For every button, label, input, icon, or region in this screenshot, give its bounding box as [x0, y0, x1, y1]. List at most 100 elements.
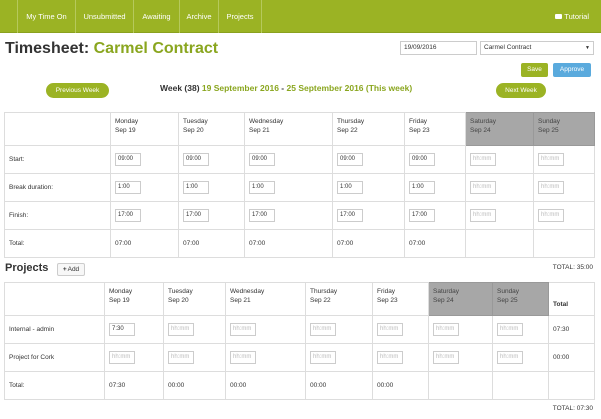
nav-my-time-on[interactable]: My Time On — [17, 0, 76, 33]
day-header-weekend: Saturday Sep 24 — [465, 112, 534, 146]
add-label: Add — [67, 266, 80, 273]
project-row-total: 00:00 — [548, 343, 595, 372]
day-total: 07:00 — [178, 229, 245, 258]
week-start: 19 September 2016 — [201, 83, 279, 93]
project-hours-field[interactable]: hh:mm — [168, 323, 194, 336]
timesheet-header-row: Monday Sep 19 Tuesday Sep 20 Wednesday Sep … — [4, 112, 595, 146]
day-header: Monday Sep 19 — [110, 112, 179, 146]
project-hours-field[interactable]: hh:mm — [310, 351, 336, 364]
day-date: Sep 22 — [310, 297, 331, 304]
project-hours-field[interactable]: hh:mm — [497, 351, 523, 364]
day-header: Thursday Sep 22 — [305, 282, 373, 316]
day-date: Sep 22 — [337, 127, 358, 134]
week-label: Week (38) — [160, 83, 200, 93]
page-title-contract: Carmel Contract — [93, 40, 219, 57]
finish-time-field[interactable]: 17:00 — [183, 209, 209, 222]
day-date: Sep 25 — [538, 127, 559, 134]
break-duration-field[interactable]: 1:00 — [115, 181, 141, 194]
finish-time-field[interactable]: 17:00 — [249, 209, 275, 222]
start-row: Start: 09:00 09:00 09:00 09:00 09:00 hh:… — [4, 145, 595, 174]
day-name: Thursday — [310, 288, 338, 295]
video-icon — [555, 13, 563, 19]
day-total — [492, 371, 549, 400]
day-total: 07:00 — [404, 229, 466, 258]
day-name: Saturday — [433, 288, 460, 295]
project-hours-field[interactable]: hh:mm — [230, 351, 256, 364]
add-project-button[interactable]: +Add — [57, 263, 85, 276]
day-header: Wednesday Sep 21 — [225, 282, 306, 316]
project-hours-field[interactable]: hh:mm — [230, 323, 256, 336]
previous-week-button[interactable]: Previous Week — [46, 83, 109, 98]
day-name: Friday — [377, 288, 396, 295]
day-name: Saturday — [470, 118, 497, 125]
project-row-total: 07:30 — [548, 315, 595, 344]
project-hours-field[interactable]: hh:mm — [497, 323, 523, 336]
day-name: Sunday — [497, 288, 520, 295]
week-separator: - — [278, 83, 287, 93]
project-hours-field[interactable]: hh:mm — [310, 323, 336, 336]
break-duration-field[interactable]: 1:00 — [337, 181, 363, 194]
project-row: Project for Cork hh:mm hh:mm hh:mm hh:mm… — [4, 343, 595, 372]
break-duration-field[interactable]: 1:00 — [409, 181, 435, 194]
finish-time-field[interactable]: 17:00 — [337, 209, 363, 222]
day-total — [533, 229, 595, 258]
day-date: Sep 24 — [470, 127, 491, 134]
break-duration-field[interactable]: 1:00 — [183, 181, 209, 194]
project-name: Internal - admin — [4, 315, 105, 344]
top-navbar: My Time On Unsubmitted Awaiting Archive … — [0, 0, 601, 33]
projects-header-row: Monday Sep 19 Tuesday Sep 20 Wednesday Sep … — [4, 282, 595, 316]
finish-time-field[interactable]: 17:00 — [409, 209, 435, 222]
date-input[interactable]: 19/09/2016 — [400, 41, 477, 55]
day-header: Monday Sep 19 — [104, 282, 164, 316]
header-blank-cell — [4, 282, 105, 316]
contract-select[interactable]: Carmel Contract ▼ — [480, 41, 594, 55]
row-label: Break duration: — [4, 173, 111, 202]
project-row: Internal - admin 7:30 hh:mm hh:mm hh:mm … — [4, 315, 595, 344]
row-label: Finish: — [4, 201, 111, 230]
day-total: 00:00 — [305, 371, 373, 400]
start-time-field[interactable]: hh:mm — [470, 153, 496, 166]
project-hours-field[interactable]: hh:mm — [433, 351, 459, 364]
finish-time-field[interactable]: hh:mm — [538, 209, 564, 222]
break-row: Break duration: 1:00 1:00 1:00 1:00 1:00… — [4, 173, 595, 202]
project-hours-field[interactable]: hh:mm — [377, 351, 403, 364]
projects-title: Projects — [5, 262, 49, 274]
project-hours-field[interactable]: 7:30 — [109, 323, 135, 336]
row-label: Total: — [4, 371, 105, 400]
start-time-field[interactable]: 09:00 — [115, 153, 141, 166]
day-total: 07:00 — [244, 229, 333, 258]
timesheet-table: Monday Sep 19 Tuesday Sep 20 Wednesday Sep … — [4, 112, 595, 258]
next-week-button[interactable]: Next Week — [496, 83, 546, 98]
project-hours-field[interactable]: hh:mm — [168, 351, 194, 364]
day-date: Sep 23 — [409, 127, 430, 134]
nav-archive[interactable]: Archive — [180, 0, 219, 33]
nav-unsubmitted[interactable]: Unsubmitted — [76, 0, 134, 33]
day-name: Monday — [115, 118, 139, 125]
break-duration-field[interactable]: 1:00 — [249, 181, 275, 194]
day-total: 07:30 — [104, 371, 164, 400]
start-time-field[interactable]: hh:mm — [538, 153, 564, 166]
tutorial-link[interactable]: Tutorial — [555, 0, 589, 33]
finish-time-field[interactable]: 17:00 — [115, 209, 141, 222]
nav-projects[interactable]: Projects — [219, 0, 262, 33]
start-time-field[interactable]: 09:00 — [183, 153, 209, 166]
day-name: Sunday — [538, 118, 561, 125]
break-duration-field[interactable]: hh:mm — [538, 181, 564, 194]
project-hours-field[interactable]: hh:mm — [377, 323, 403, 336]
tutorial-label: Tutorial — [564, 12, 589, 21]
start-time-field[interactable]: 09:00 — [249, 153, 275, 166]
break-duration-field[interactable]: hh:mm — [470, 181, 496, 194]
approve-button[interactable]: Approve — [553, 63, 591, 77]
nav-awaiting[interactable]: Awaiting — [134, 0, 180, 33]
day-header: Friday Sep 23 — [404, 112, 466, 146]
save-button[interactable]: Save — [521, 63, 548, 77]
start-time-field[interactable]: 09:00 — [337, 153, 363, 166]
project-hours-field[interactable]: hh:mm — [109, 351, 135, 364]
start-time-field[interactable]: 09:00 — [409, 153, 435, 166]
day-total: 00:00 — [372, 371, 429, 400]
day-name: Wednesday — [249, 118, 284, 125]
page-title: Timesheet: Carmel Contract — [5, 40, 218, 58]
projects-total-row: Total: 07:30 00:00 00:00 00:00 00:00 — [4, 371, 595, 400]
finish-time-field[interactable]: hh:mm — [470, 209, 496, 222]
project-hours-field[interactable]: hh:mm — [433, 323, 459, 336]
